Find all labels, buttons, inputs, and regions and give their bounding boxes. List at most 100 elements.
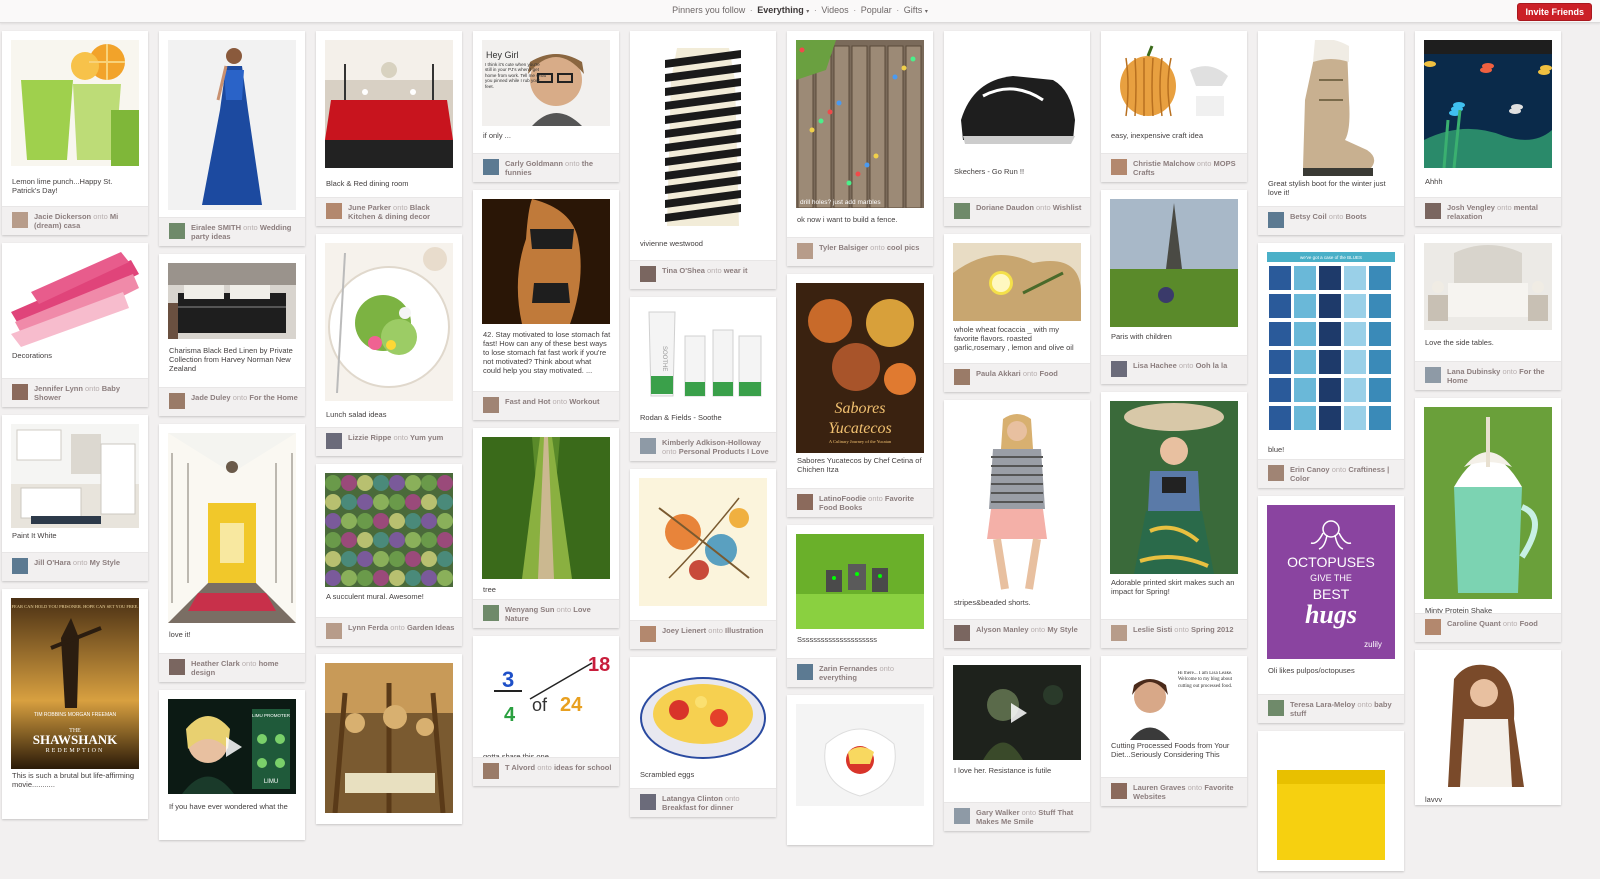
pin-image[interactable] — [325, 663, 453, 813]
avatar[interactable] — [1268, 700, 1284, 716]
board-name-link[interactable]: Food — [1520, 619, 1538, 628]
pin-image[interactable]: 3 4 of 24 18 — [482, 645, 610, 740]
pin-image[interactable]: SOOTHE — [639, 306, 767, 401]
avatar[interactable] — [326, 203, 342, 219]
pin-image[interactable] — [953, 243, 1081, 321]
pin-card[interactable]: Minty Protein Shake Caroline Quant onto F… — [1415, 398, 1561, 642]
avatar[interactable] — [797, 243, 813, 259]
pin-card[interactable]: Love the side tables. Lana Dubinsky onto … — [1415, 234, 1561, 390]
avatar[interactable] — [12, 212, 28, 228]
pin-image[interactable]: we've got a case of the BLUES — [1267, 252, 1395, 432]
avatar[interactable] — [1425, 619, 1441, 635]
pin-image[interactable] — [11, 424, 139, 528]
avatar[interactable] — [640, 626, 656, 642]
pin-card[interactable]: Sabores Yucatecos A Culinary Journey of th… — [787, 274, 933, 517]
pin-card[interactable] — [1258, 731, 1404, 871]
avatar[interactable] — [954, 203, 970, 219]
pin-image[interactable] — [1267, 740, 1395, 860]
pin-image[interactable]: Hey Girl I think it's cute when you're st… — [482, 40, 610, 126]
pinner-name-link[interactable]: Gary Walker — [976, 808, 1020, 817]
avatar[interactable] — [326, 433, 342, 449]
board-name-link[interactable]: Breakfast for dinner — [662, 803, 733, 812]
pinner-name-link[interactable]: Eiralee SMITH — [191, 223, 241, 232]
board-name-link[interactable]: cool pics — [887, 243, 920, 252]
pinner-name-link[interactable]: Latangya Clinton — [662, 794, 723, 803]
pin-card[interactable]: Black & Red dining room June Parker onto … — [316, 31, 462, 226]
avatar[interactable] — [169, 393, 185, 409]
avatar[interactable] — [169, 223, 185, 239]
invite-friends-button[interactable]: Invite Friends — [1517, 3, 1592, 21]
pin-image[interactable]: Sabores Yucatecos A Culinary Journey of th… — [796, 283, 924, 453]
pinner-name-link[interactable]: Jennifer Lynn — [34, 384, 83, 393]
board-name-link[interactable]: For the Home — [249, 393, 297, 402]
board-name-link[interactable]: Spring 2012 — [1191, 625, 1234, 634]
avatar[interactable] — [1425, 203, 1441, 219]
pinner-name-link[interactable]: Teresa Lara-Meloy — [1290, 700, 1355, 709]
pinner-name-link[interactable]: Lynn Ferda — [348, 623, 388, 632]
pin-card[interactable]: 42. Stay motivated to lose stomach fat f… — [473, 190, 619, 420]
pin-image[interactable] — [1110, 401, 1238, 574]
pinner-name-link[interactable]: Lizzie Rippe — [348, 433, 391, 442]
avatar[interactable] — [12, 384, 28, 400]
pinner-name-link[interactable]: Wenyang Sun — [505, 605, 554, 614]
pin-image[interactable] — [639, 666, 767, 761]
pin-image[interactable] — [482, 437, 610, 579]
avatar[interactable] — [1111, 783, 1127, 799]
chevron-down-icon[interactable]: ▾ — [806, 9, 809, 15]
nav-videos[interactable]: Videos — [821, 5, 848, 15]
nav-pinners-you-follow[interactable]: Pinners you follow — [672, 5, 745, 15]
pin-card[interactable]: LIMU PROMOTER LIMU If you have ever wonder… — [159, 690, 305, 840]
pin-card[interactable]: Eiralee SMITH onto Wedding party ideas — [159, 31, 305, 246]
pin-card[interactable]: Hey Girl I think it's cute when you're st… — [473, 31, 619, 182]
pin-card[interactable]: Lemon lime punch...Happy St. Patrick's D… — [2, 31, 148, 235]
pin-image[interactable] — [168, 40, 296, 210]
board-name-link[interactable]: Yum yum — [410, 433, 443, 442]
pin-image[interactable]: FEAR CAN HOLD YOU PRISONER. HOPE CAN SET… — [11, 598, 139, 769]
pinner-name-link[interactable]: Heather Clark — [191, 659, 240, 668]
avatar[interactable] — [954, 369, 970, 385]
pin-card[interactable]: Lunch salad ideas Lizzie Rippe onto Yum y… — [316, 234, 462, 456]
pin-image[interactable] — [953, 409, 1081, 591]
pinner-name-link[interactable]: Josh Vengley — [1447, 203, 1495, 212]
pinner-name-link[interactable]: Christie Malchow — [1133, 159, 1195, 168]
pin-image[interactable] — [1424, 243, 1552, 330]
pin-image[interactable] — [655, 40, 751, 232]
pinner-name-link[interactable]: Tyler Balsiger — [819, 243, 868, 252]
board-name-link[interactable]: wear it — [724, 266, 748, 275]
pin-card[interactable]: Decorations Jennifer Lynn onto Baby Showe… — [2, 243, 148, 407]
pinner-name-link[interactable]: Jill O'Hara — [34, 558, 71, 567]
pin-card[interactable]: lavvv — [1415, 650, 1561, 805]
avatar[interactable] — [1425, 367, 1441, 383]
pin-image[interactable] — [325, 40, 453, 168]
pinner-name-link[interactable]: June Parker — [348, 203, 391, 212]
pin-image[interactable]: OCTOPUSES GIVE THE BEST hugs zulily — [1267, 505, 1395, 659]
avatar[interactable] — [1111, 159, 1127, 175]
pinner-name-link[interactable]: T Alvord — [505, 763, 535, 772]
avatar[interactable] — [640, 794, 656, 810]
pin-image[interactable] — [953, 40, 1081, 162]
pin-image[interactable] — [953, 665, 1081, 760]
pin-image[interactable] — [11, 40, 139, 166]
pin-card[interactable]: Paris with children Lisa Hachee onto Ooh … — [1101, 190, 1247, 384]
board-name-link[interactable]: My Style — [90, 558, 120, 567]
pin-card[interactable]: easy, inexpensive craft idea Christie Mal… — [1101, 31, 1247, 182]
avatar[interactable] — [640, 438, 656, 454]
pinner-name-link[interactable]: Doriane Daudon — [976, 203, 1034, 212]
pin-card[interactable]: Ahhh Josh Vengley onto mental relaxation — [1415, 31, 1561, 226]
pinner-name-link[interactable]: Kimberly Adkison-Holloway — [662, 438, 761, 447]
pin-card[interactable]: OCTOPUSES GIVE THE BEST hugs zulily Oli likes… — [1258, 496, 1404, 723]
avatar[interactable] — [1111, 361, 1127, 377]
board-name-link[interactable]: Wishlist — [1053, 203, 1082, 212]
pin-image[interactable] — [482, 199, 610, 324]
pin-card[interactable]: Hi there... I am Lisa Leake. Welcome to … — [1101, 656, 1247, 806]
pin-card[interactable]: Paint It White Jill O'Hara onto My Style — [2, 415, 148, 581]
pin-card[interactable]: 34of2418gotta share this oneT Alvord ont… — [473, 636, 619, 786]
board-name-link[interactable]: Garden Ideas — [407, 623, 455, 632]
pin-card[interactable]: SOOTHE Rodan & Fields - Soothe Kimberly Ad… — [630, 297, 776, 461]
avatar[interactable] — [640, 266, 656, 282]
pin-card[interactable]: Charisma Black Bed Linen by Private Coll… — [159, 254, 305, 416]
pinner-name-link[interactable]: Caroline Quant — [1447, 619, 1501, 628]
board-name-link[interactable]: Food — [1040, 369, 1058, 378]
chevron-down-icon[interactable]: ▾ — [925, 9, 928, 15]
pin-image[interactable] — [1424, 40, 1552, 168]
